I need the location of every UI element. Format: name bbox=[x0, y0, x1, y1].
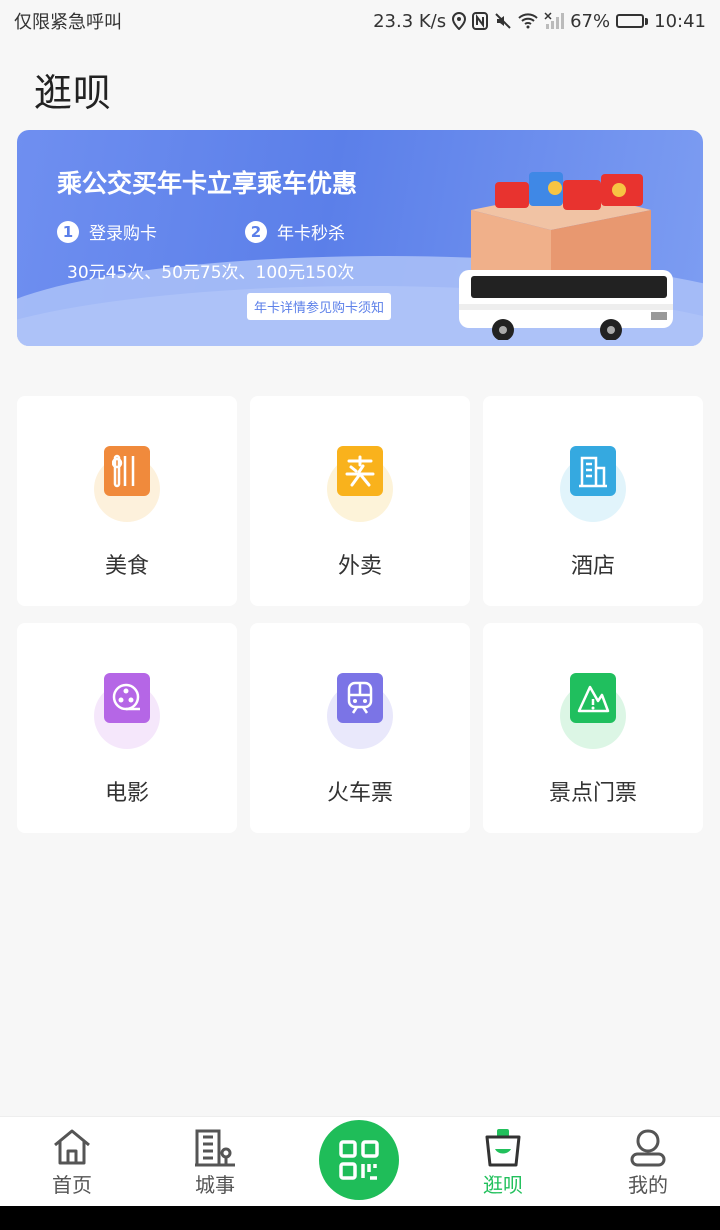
battery-icon bbox=[616, 14, 649, 28]
category-hotel[interactable]: 酒店 bbox=[483, 396, 703, 606]
train-icon bbox=[337, 673, 383, 723]
category-movie[interactable]: 电影 bbox=[17, 623, 237, 833]
step-label: 登录购卡 bbox=[89, 224, 157, 244]
banner-details-link[interactable]: 年卡详情参见购卡须知 bbox=[247, 293, 392, 320]
film-reel-icon bbox=[104, 673, 150, 723]
signal-icon bbox=[544, 12, 565, 30]
nfc-icon bbox=[472, 12, 489, 30]
qr-code-icon bbox=[339, 1140, 379, 1180]
home-icon bbox=[54, 1129, 90, 1165]
location-icon bbox=[452, 12, 467, 30]
banner-step-1: 1 登录购卡 bbox=[57, 219, 157, 244]
scenic-ticket-icon bbox=[570, 673, 616, 723]
category-label: 火车票 bbox=[326, 781, 393, 806]
battery-percent: 67% bbox=[570, 10, 611, 32]
building-icon bbox=[195, 1129, 235, 1167]
status-icons: 23.3 K/s 67% 10:41 bbox=[373, 11, 706, 32]
wifi-icon bbox=[518, 13, 538, 29]
user-icon bbox=[630, 1129, 666, 1167]
step-number: 1 bbox=[57, 220, 79, 243]
nav-label: 逛呗 bbox=[483, 1173, 523, 1197]
nav-mine[interactable]: 我的 bbox=[598, 1117, 698, 1207]
clock: 10:41 bbox=[654, 10, 706, 32]
category-takeout[interactable]: 外卖 bbox=[250, 396, 470, 606]
nav-home[interactable]: 首页 bbox=[22, 1117, 122, 1207]
category-label: 美食 bbox=[104, 554, 149, 579]
scan-button[interactable] bbox=[319, 1120, 399, 1200]
mute-icon bbox=[494, 12, 512, 30]
page-title: 逛呗 bbox=[34, 71, 113, 115]
category-label: 电影 bbox=[104, 781, 149, 806]
category-label: 酒店 bbox=[570, 554, 615, 579]
category-label: 景点门票 bbox=[548, 781, 637, 806]
fork-knife-icon bbox=[104, 446, 150, 496]
network-speed: 23.3 K/s bbox=[373, 10, 447, 32]
takeout-icon bbox=[337, 446, 383, 496]
status-bar: 仅限紧急呼叫 23.3 K/s 67% 10:41 bbox=[0, 0, 720, 42]
nav-browse[interactable]: 逛呗 bbox=[453, 1117, 553, 1207]
category-grid: 美食 外卖 酒店 电影 火车票 景点门票 bbox=[17, 396, 703, 833]
category-food[interactable]: 美食 bbox=[17, 396, 237, 606]
banner-step-2: 2 年卡秒杀 bbox=[245, 219, 345, 244]
nav-city[interactable]: 城事 bbox=[165, 1117, 265, 1207]
banner-prices: 30元45次、50元75次、100元150次 bbox=[67, 263, 355, 283]
nav-label: 首页 bbox=[52, 1173, 92, 1197]
nav-label: 城事 bbox=[195, 1173, 235, 1197]
bottom-nav: 首页 城事 逛呗 我的 bbox=[0, 1116, 720, 1207]
category-label: 外卖 bbox=[337, 554, 382, 579]
system-navigation-bar bbox=[0, 1206, 720, 1230]
banner-title: 乘公交买年卡立享乘车优惠 bbox=[57, 169, 358, 198]
nav-label: 我的 bbox=[628, 1173, 668, 1197]
promo-banner[interactable]: 乘公交买年卡立享乘车优惠 1 登录购卡 2 年卡秒杀 30元45次、50元75次… bbox=[17, 130, 703, 346]
step-number: 2 bbox=[245, 220, 267, 243]
bus-gift-box-illustration bbox=[459, 172, 673, 340]
category-scenic-tickets[interactable]: 景点门票 bbox=[483, 623, 703, 833]
hotel-icon bbox=[570, 446, 616, 496]
carrier-text: 仅限紧急呼叫 bbox=[14, 12, 122, 33]
shopping-bag-icon bbox=[485, 1129, 521, 1167]
step-label: 年卡秒杀 bbox=[277, 224, 345, 244]
category-train-ticket[interactable]: 火车票 bbox=[250, 623, 470, 833]
